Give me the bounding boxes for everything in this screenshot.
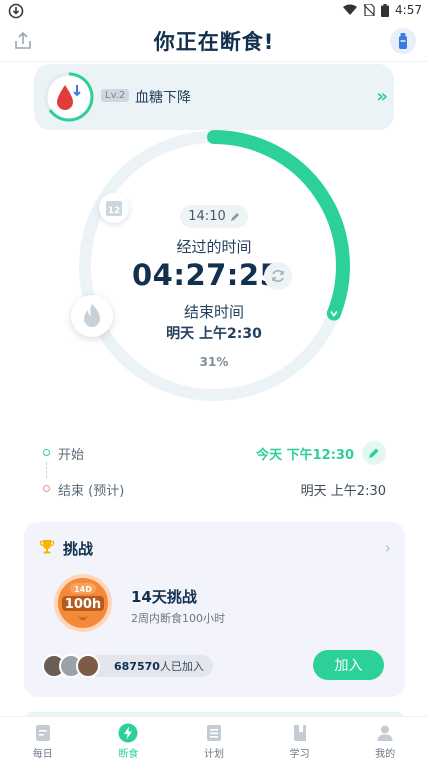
calendar-clock-icon: 12 xyxy=(106,201,122,216)
tab-label: 计划 xyxy=(203,749,224,760)
start-clock-badge: 12 xyxy=(99,193,129,223)
medal-hours: 100h xyxy=(65,597,101,612)
challenge-card[interactable]: 挑战 › 14D 100h 14天挑战 2周内断食100小时 687570 人已… xyxy=(24,522,405,697)
join-challenge-button[interactable]: 加入 xyxy=(313,650,384,680)
start-value[interactable]: 今天 下午12:30 xyxy=(256,444,354,463)
pencil-icon xyxy=(230,212,239,221)
refresh-icon xyxy=(272,270,284,282)
participants-count-pill: 687570 人已加入 xyxy=(88,655,213,677)
tab-label: 学习 xyxy=(289,749,310,760)
bottom-tab-bar: 每日 断食 计划 学习 我的 xyxy=(0,716,428,762)
challenge-section-title: 挑战 xyxy=(63,540,94,558)
end-time-label: 结束时间 xyxy=(183,303,244,321)
tab-label: 我的 xyxy=(375,749,396,760)
challenge-description: 2周内断食100小时 xyxy=(131,612,225,625)
medal-days: 14D xyxy=(74,585,92,594)
tab-learn[interactable]: 学习 xyxy=(257,717,343,762)
participants: 687570 人已加入 xyxy=(42,654,213,678)
elapsed-label: 经过的时间 xyxy=(176,238,252,256)
start-label: 开始 xyxy=(58,448,85,463)
tab-profile[interactable]: 我的 xyxy=(342,717,428,762)
timeline-connector xyxy=(46,462,47,478)
learn-book-icon xyxy=(290,723,310,743)
avatar xyxy=(76,654,100,678)
tab-label: 断食 xyxy=(118,749,139,760)
end-dot xyxy=(43,485,50,492)
tab-fasting[interactable]: 断食 xyxy=(86,717,172,762)
edit-start-button[interactable] xyxy=(362,441,386,465)
end-row: 结束 (预计) 明天 上午2:30 xyxy=(40,477,386,501)
clock-badge-number: 12 xyxy=(108,206,121,216)
toggle-timer-button[interactable] xyxy=(264,262,292,290)
end-value: 明天 上午2:30 xyxy=(300,484,386,499)
participants-count: 687570 xyxy=(114,659,160,673)
tab-daily[interactable]: 每日 xyxy=(0,717,86,762)
start-clock-value: 14:10 xyxy=(188,209,226,224)
fasting-bolt-icon xyxy=(118,723,138,743)
pencil-icon xyxy=(369,448,379,458)
daily-icon xyxy=(33,723,53,743)
start-row: 开始 今天 下午12:30 xyxy=(40,441,386,465)
plan-icon xyxy=(204,723,224,743)
elapsed-time: 04:27:25 xyxy=(132,258,281,292)
challenge-name: 14天挑战 xyxy=(131,588,197,606)
chevron-right-icon[interactable]: › xyxy=(385,538,391,557)
participants-suffix: 人已加入 xyxy=(159,660,204,673)
profile-icon xyxy=(375,723,395,743)
challenge-medal-icon: 14D 100h xyxy=(54,574,112,632)
end-time-value: 明天 上午2:30 xyxy=(166,326,262,342)
trophy-icon xyxy=(39,540,55,554)
tab-label: 每日 xyxy=(32,749,53,760)
start-time-pill[interactable]: 14:10 xyxy=(180,205,248,228)
start-dot xyxy=(43,449,50,456)
progress-percent: 31% xyxy=(199,355,229,369)
end-label: 结束 (预计) xyxy=(58,484,125,499)
tab-plan[interactable]: 计划 xyxy=(171,717,257,762)
